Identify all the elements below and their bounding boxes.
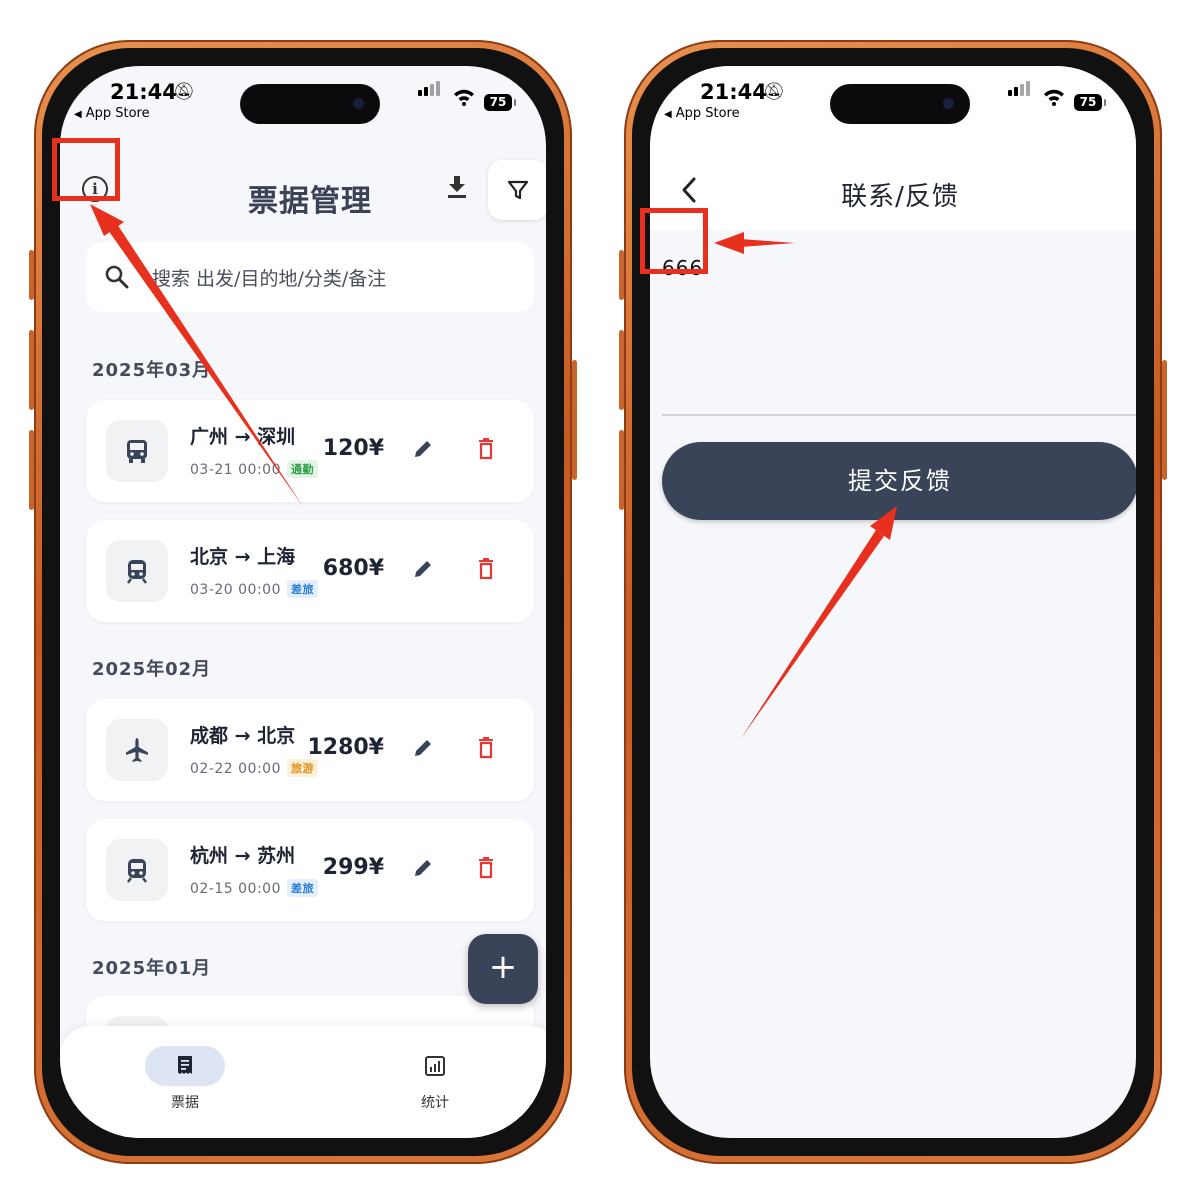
annotation-arrow-submit: [740, 506, 897, 740]
annotation-arrow-info: [90, 204, 304, 508]
annotation-arrow-input: [714, 232, 795, 254]
annotation-overlay: [90, 204, 897, 740]
